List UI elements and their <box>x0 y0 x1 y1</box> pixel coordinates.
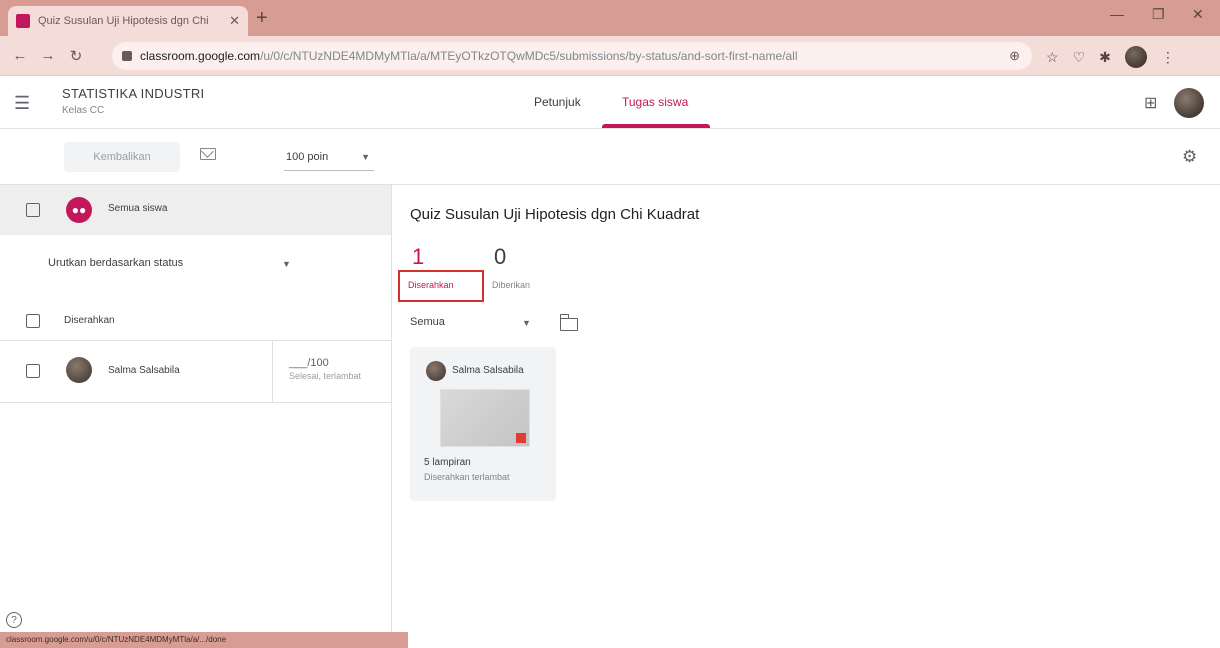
browser-menu-icon[interactable]: ⋮ <box>1161 49 1175 66</box>
grade-value: ___/100 <box>289 357 329 369</box>
tab-instructions[interactable]: Petunjuk <box>534 95 581 109</box>
people-group-icon: ●● <box>66 197 92 223</box>
caret-down-icon: ▼ <box>282 259 291 269</box>
settings-gear-icon[interactable]: ⚙ <box>1182 147 1197 167</box>
turned-in-section: Diserahkan <box>0 301 391 341</box>
student-row[interactable]: Salma Salsabila ___/100 Selesai, terlamb… <box>0 341 391 403</box>
extension-bar: ☆ ♡ ✱ ⋮ <box>1046 46 1175 68</box>
profile-avatar[interactable] <box>1124 46 1147 68</box>
select-all-checkbox[interactable] <box>26 203 40 217</box>
class-subtitle: Kelas CC <box>62 105 105 116</box>
address-bar[interactable]: classroom.google.com /u/0/c/NTUzNDE4MDMy… <box>112 42 1032 70</box>
extensions-puzzle-icon[interactable]: ✱ <box>1099 49 1111 66</box>
filter-label: Semua <box>410 316 445 328</box>
url-host: classroom.google.com <box>140 49 261 63</box>
grade-cell[interactable]: ___/100 Selesai, terlambat <box>272 341 391 402</box>
caret-down-icon: ▼ <box>522 318 531 328</box>
extension-shield-icon[interactable]: ♡ <box>1073 49 1086 66</box>
classroom-header: ☰ STATISTIKA INDUSTRI Kelas CC Petunjuk … <box>0 77 1220 129</box>
lock-icon <box>122 51 132 61</box>
grade-status: Selesai, terlambat <box>289 371 362 381</box>
turned-in-count[interactable]: 1 <box>412 244 424 270</box>
sort-select[interactable]: Urutkan berdasarkan status ▼ <box>48 257 298 277</box>
file-type-badge-icon <box>516 433 526 443</box>
hamburger-menu-icon[interactable]: ☰ <box>14 93 30 114</box>
maximize-icon[interactable]: ❐ <box>1152 6 1165 23</box>
tab-title: Quiz Susulan Uji Hipotesis dgn Chi <box>38 15 209 27</box>
all-students-row[interactable]: ●● Semua siswa <box>0 185 391 235</box>
attachment-thumbnail[interactable] <box>440 389 530 447</box>
student-avatar <box>66 357 92 383</box>
points-value: 100 poin <box>286 150 329 163</box>
browser-toolbar: ← → ↻ classroom.google.com /u/0/c/NTUzND… <box>0 36 1220 76</box>
filter-select[interactable]: Semua ▼ <box>410 316 534 336</box>
return-button[interactable]: Kembalikan <box>64 142 180 172</box>
browser-tab[interactable]: Quiz Susulan Uji Hipotesis dgn Chi ✕ <box>8 6 248 36</box>
browser-tab-strip: Quiz Susulan Uji Hipotesis dgn Chi ✕ + —… <box>0 0 1220 36</box>
assigned-label[interactable]: Diberikan <box>492 280 530 290</box>
minimize-icon[interactable]: — <box>1110 6 1124 22</box>
submission-card[interactable]: Salma Salsabila 5 lampiran Diserahkan te… <box>410 347 556 501</box>
class-title[interactable]: STATISTIKA INDUSTRI <box>62 86 204 101</box>
card-student-name: Salma Salsabila <box>452 365 524 376</box>
link-status-bar: classroom.google.com/u/0/c/NTUzNDE4MDMyM… <box>0 632 408 648</box>
sort-label: Urutkan berdasarkan status <box>48 257 184 269</box>
student-list-panel: ●● Semua siswa Urutkan berdasarkan statu… <box>0 185 392 648</box>
student-name: Salma Salsabila <box>108 365 180 376</box>
student-checkbox[interactable] <box>26 364 40 378</box>
user-avatar[interactable] <box>1174 88 1204 118</box>
section-checkbox[interactable] <box>26 314 40 328</box>
assigned-count[interactable]: 0 <box>494 244 506 270</box>
tab-close-icon[interactable]: ✕ <box>229 13 240 29</box>
active-tab-indicator <box>602 124 710 128</box>
card-status: Diserahkan terlambat <box>424 472 510 482</box>
google-apps-grid-icon[interactable]: ⊞ <box>1144 93 1157 113</box>
help-icon[interactable]: ? <box>6 612 22 628</box>
action-bar: Kembalikan 100 poin ▼ ⚙ <box>0 129 1220 185</box>
classroom-favicon-icon <box>16 14 30 28</box>
window-close-icon[interactable]: ✕ <box>1192 6 1204 23</box>
back-arrow-icon[interactable]: ← <box>6 47 34 64</box>
url-path: /u/0/c/NTUzNDE4MDMyMTla/a/MTEyOTkzOTQwMD… <box>260 49 798 63</box>
tab-student-work[interactable]: Tugas siswa <box>622 95 688 109</box>
folder-icon[interactable] <box>559 314 578 331</box>
assignment-title: Quiz Susulan Uji Hipotesis dgn Chi Kuadr… <box>410 206 700 223</box>
student-avatar <box>426 361 446 381</box>
email-icon[interactable] <box>200 148 216 160</box>
section-label: Diserahkan <box>64 315 115 326</box>
caret-down-icon: ▼ <box>361 151 370 162</box>
forward-arrow-icon[interactable]: → <box>34 47 62 64</box>
attachment-count: 5 lampiran <box>424 457 471 468</box>
points-select[interactable]: 100 poin ▼ <box>284 143 374 171</box>
zoom-icon[interactable]: ⊕ <box>1009 48 1020 64</box>
reload-icon[interactable]: ↻ <box>62 47 90 65</box>
all-students-label: Semua siswa <box>108 203 168 214</box>
highlight-annotation <box>398 270 484 302</box>
new-tab-icon[interactable]: + <box>256 7 268 30</box>
bookmark-star-icon[interactable]: ☆ <box>1046 49 1059 66</box>
